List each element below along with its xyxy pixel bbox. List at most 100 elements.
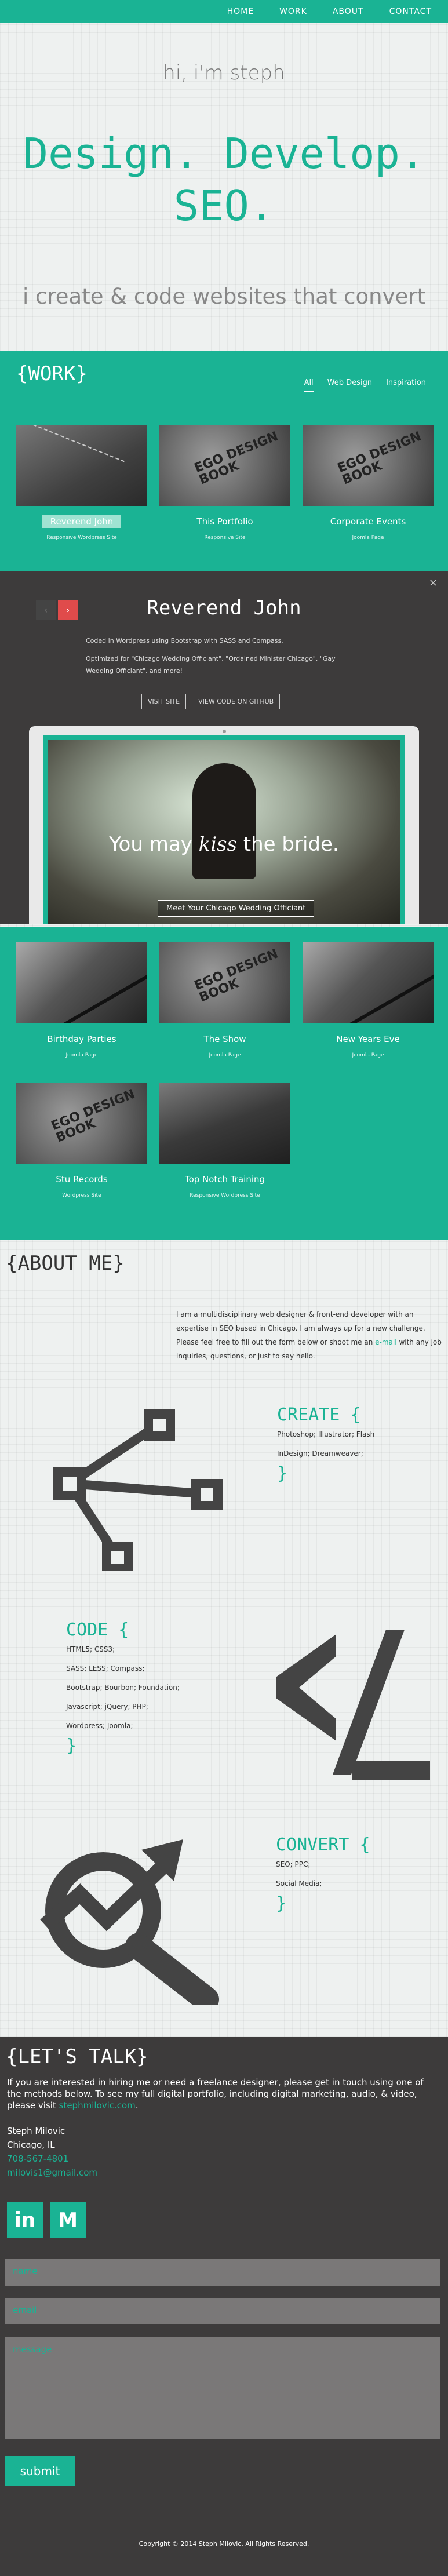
project-title: Reverend John [147,596,301,620]
top-nav: HOME WORK ABOUT CONTACT [0,0,448,23]
work-item-thumbnail [16,942,147,1023]
email-link[interactable]: e-mail [375,1338,396,1346]
nav-contact-link[interactable]: CONTACT [389,7,432,16]
work-section: {WORK} All Web Design Inspiration Revere… [0,351,448,571]
message-textarea[interactable]: message [5,2337,440,2439]
skill-code-title: CODE { [66,1620,129,1640]
contact-email[interactable]: milovis1@gmail.com [7,2166,97,2180]
nav-links: HOME WORK ABOUT CONTACT [227,0,432,23]
gmail-icon[interactable]: M [50,2202,86,2238]
contact-section: {LET'S TALK} If you are interested in hi… [0,2037,448,2576]
work-item-thumbnail: EGO DESIGN BOOK [303,425,434,506]
work-item-top-notch-training[interactable]: Top Notch Training Responsive Wordpress … [159,1083,290,1198]
project-screenshot: You may kiss the bride. Meet Your Chicag… [48,740,400,924]
work-item-new-years-eve[interactable]: New Years Eve Joomla Page [303,942,434,1058]
project-detail-panel: × ‹ › Reverend John Coded in Wordpress u… [0,571,448,924]
work-item-name: Top Notch Training [184,1174,265,1185]
work-filters: All Web Design Inspiration [304,378,426,392]
nav-work-link[interactable]: WORK [279,7,307,16]
project-description: Coded in Wordpress using Bootstrap with … [86,635,341,677]
work-item-thumbnail: EGO DESIGN BOOK [16,1083,147,1164]
submit-button[interactable]: submit [5,2456,75,2486]
linkedin-icon[interactable]: in [7,2202,43,2238]
work-item-thumbnail: EGO DESIGN BOOK [159,942,290,1023]
project-description-line2: Optimized for "Chicago Wedding Officiant… [86,655,336,675]
view-github-button[interactable]: VIEW CODE ON GITHUB [192,694,281,709]
work-item-this-portfolio[interactable]: EGO DESIGN BOOK This Portfolio Responsiv… [159,425,290,541]
skill-line: SASS; LESS; Compass; [66,1664,145,1673]
work-item-kind: Joomla Page [352,535,384,541]
growth-magnifier-icon [40,1839,219,2005]
skill-line: Social Media; [276,1879,322,1888]
screenshot-tagline: You may kiss the bride. [109,833,339,856]
work-item-kind: Responsive Wordpress Site [190,1193,260,1198]
nav-about-link[interactable]: ABOUT [333,7,364,16]
filter-web-design[interactable]: Web Design [327,378,372,392]
skill-line: Wordpress; Joomla; [66,1722,133,1730]
hero-headline-line1: Design. Develop. [23,129,425,178]
share-network-icon [53,1409,223,1571]
work-item-name: Corporate Events [330,516,406,527]
work-item-thumbnail [303,942,434,1023]
work-item-kind: Joomla Page [209,1052,241,1058]
skill-line: InDesign; Dreamweaver; [277,1449,363,1458]
work-item-kind: Responsive Site [204,535,246,541]
social-links: in M [7,2202,86,2238]
contact-info: Steph Milovic Chicago, IL 708-567-4801 m… [7,2124,97,2180]
contact-name: Steph Milovic [7,2126,65,2136]
screenshot-cta: Meet Your Chicago Wedding Officiant [158,900,315,917]
work-item-kind: Joomla Page [65,1052,98,1058]
skill-create: CREATE { Photoshop; Illustrator; Flash I… [277,1405,374,1484]
copyright: Copyright © 2014 Steph Milovic. All Righ… [139,2540,309,2548]
contact-phone[interactable]: 708-567-4801 [7,2152,97,2166]
work-item-name: New Years Eve [336,1034,400,1044]
work-item-name: Reverend John [16,515,147,528]
about-title: {ABOUT ME} [6,1252,125,1275]
contact-city: Chicago, IL [7,2140,55,2150]
contact-text: If you are interested in hiring me or ne… [7,2077,424,2111]
hero-section: hi, i'm steph Design. Develop. SEO. i cr… [0,23,448,348]
work-item-kind: Wordpress Site [62,1193,101,1198]
work-item-kind: Responsive Wordpress Site [46,535,117,541]
about-intro: I am a multidisciplinary web designer & … [176,1310,442,1360]
skill-code: CODE { HTML5; CSS3; SASS; LESS; Compass;… [66,1620,180,1756]
work-grid-more: Birthday Parties Joomla Page EGO DESIGN … [0,927,448,1240]
work-item-birthday-parties[interactable]: Birthday Parties Joomla Page [16,942,147,1058]
work-item-thumbnail [16,425,147,506]
skill-line: Photoshop; Illustrator; Flash [277,1430,375,1438]
filter-all[interactable]: All [304,378,314,392]
work-item-corporate-events[interactable]: EGO DESIGN BOOK Corporate Events Joomla … [303,425,434,541]
email-input[interactable]: email [5,2298,440,2324]
work-item-name: This Portfolio [196,516,253,527]
nav-home-link[interactable]: HOME [227,7,254,16]
skill-convert-title: CONVERT { [276,1835,370,1855]
portfolio-link[interactable]: stephmilovic.com [59,2100,136,2111]
work-item-the-show[interactable]: EGO DESIGN BOOK The Show Joomla Page [159,942,290,1058]
skill-line: SEO; PPC; [276,1860,311,1868]
hero-headline: Design. Develop. SEO. [0,127,448,232]
browser-screen: You may kiss the bride. Meet Your Chicag… [43,735,405,924]
skill-close-brace: } [277,1463,288,1484]
hero-greeting: hi, i'm steph [163,61,285,85]
work-item-name: Stu Records [56,1174,108,1185]
work-item-stu-records[interactable]: EGO DESIGN BOOK Stu Records Wordpress Si… [16,1083,147,1198]
work-item-reverend-john[interactable]: Reverend John Responsive Wordpress Site [16,425,147,541]
project-buttons: VISIT SITE VIEW CODE ON GITHUB [141,694,281,709]
camera-dot-icon [223,730,226,733]
skill-line: Bootstrap; Bourbon; Foundation; [66,1684,180,1692]
visit-site-button[interactable]: VISIT SITE [141,694,187,709]
filter-inspiration[interactable]: Inspiration [386,378,426,392]
code-brackets-icon [276,1630,430,1780]
skill-close-brace: } [66,1736,77,1756]
work-item-thumbnail: EGO DESIGN BOOK [159,425,290,506]
browser-mockup: You may kiss the bride. Meet Your Chicag… [29,726,419,924]
skill-create-title: CREATE { [277,1405,361,1425]
close-icon[interactable]: × [429,577,438,589]
work-title: {WORK} [16,362,88,385]
hero-headline-line2: SEO. [173,181,275,230]
skill-close-brace: } [276,1893,287,1914]
hero-tagline: i create & code websites that convert [23,284,425,309]
work-item-kind: Joomla Page [352,1052,384,1058]
name-input[interactable]: name [5,2259,440,2286]
contact-title: {LET'S TALK} [6,2045,148,2068]
